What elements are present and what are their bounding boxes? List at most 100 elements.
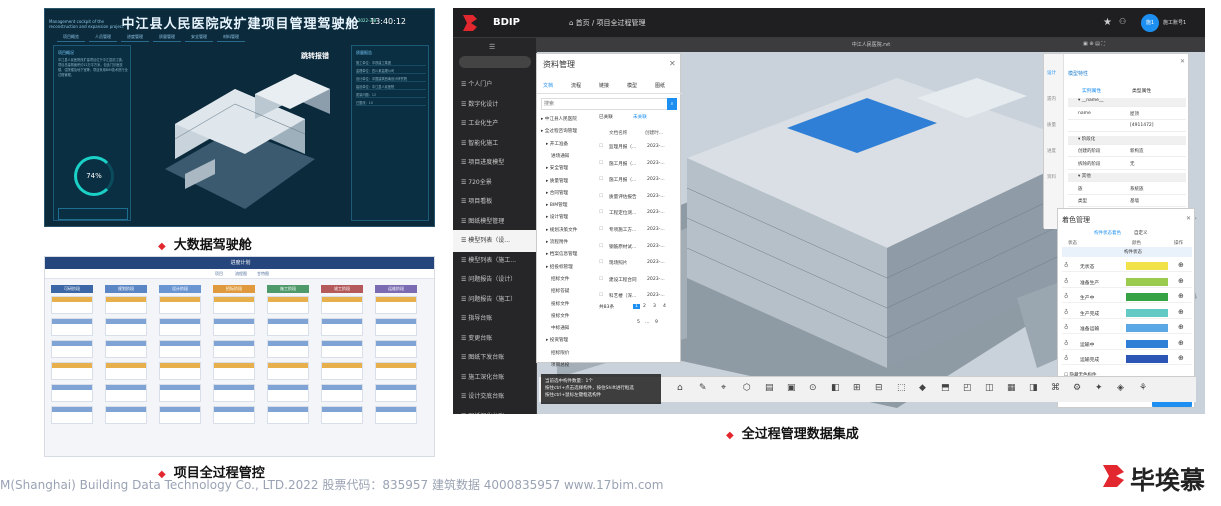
tab-flow[interactable]: 流程 [571, 82, 581, 89]
tree-node[interactable]: ▸ 档案信息管理 [546, 251, 577, 257]
tree-node[interactable]: ▸ 规划决策文件 [546, 227, 577, 233]
toolbar-tool-icon[interactable]: ◰ [963, 383, 972, 393]
toolbar-tool-icon[interactable]: ◧ [831, 383, 840, 393]
kanban-card[interactable] [321, 384, 363, 402]
kanban-card[interactable] [375, 340, 417, 358]
kanban-card[interactable] [105, 340, 147, 358]
search-input[interactable] [541, 98, 677, 110]
kanban-card[interactable] [267, 318, 309, 336]
tree-node[interactable]: ▸ 全过程咨询管理 [541, 128, 577, 134]
row-checkbox[interactable]: ☐ [599, 277, 603, 282]
row-checkbox[interactable]: ☐ [599, 177, 603, 182]
alert-popup[interactable]: 跳转报错 [301, 51, 329, 61]
tree-node[interactable]: 招标限价 [551, 350, 569, 356]
kanban-card[interactable] [159, 318, 201, 336]
doc-name[interactable]: 建设工程合同 [609, 277, 637, 283]
kanban-card[interactable] [51, 318, 93, 336]
page-number[interactable]: 9 [655, 320, 658, 325]
color-swatch[interactable] [1126, 277, 1168, 286]
toolbar-tool-icon[interactable]: ✦ [1095, 383, 1103, 393]
kanban-card[interactable] [375, 296, 417, 314]
toolbar-tool-icon[interactable]: ⬚ [897, 383, 906, 393]
tab-custom[interactable]: 自定义 [1134, 230, 1148, 236]
kanban-card[interactable] [375, 406, 417, 424]
kanban-card[interactable] [321, 318, 363, 336]
toolbar-tool-icon[interactable]: ⊟ [875, 383, 883, 393]
collapse-menu-icon[interactable]: ☰ [489, 43, 495, 51]
row-checkbox[interactable]: ☐ [599, 260, 603, 265]
bulb-icon[interactable]: ♁ [1064, 278, 1068, 285]
tab-status-color[interactable]: 构件状态着色 [1094, 230, 1121, 236]
kanban-card[interactable] [159, 384, 201, 402]
doc-name[interactable]: 施工月报（... [609, 161, 636, 167]
page-number[interactable]: 4 [663, 304, 666, 309]
kanban-card[interactable] [51, 340, 93, 358]
side-tab[interactable]: 遗内 [1047, 96, 1056, 102]
kanban-card[interactable] [51, 362, 93, 380]
doc-name[interactable]: 专项施工方... [609, 227, 636, 233]
dashboard-nav-item[interactable]: 质量管理 [153, 33, 181, 42]
kanban-card[interactable] [159, 362, 201, 380]
kanban-card[interactable] [375, 318, 417, 336]
row-checkbox[interactable]: ☐ [599, 210, 603, 215]
bulb-icon[interactable]: ♁ [1064, 293, 1068, 300]
tree-node[interactable]: ▸ 质量管理 [546, 178, 568, 184]
toolbar-tool-icon[interactable]: ⚘ [1139, 383, 1147, 393]
breadcrumb-text[interactable]: 首页 / 项目全过程管理 [576, 19, 646, 27]
color-swatch[interactable] [1126, 262, 1168, 270]
toolbar-tool-icon[interactable]: ✎ [699, 383, 707, 393]
side-tab[interactable]: 进度 [1047, 148, 1056, 154]
viewer-controls[interactable]: ▣ ⊕ ▤ ⛶ [1083, 41, 1105, 47]
dashboard-nav-item[interactable]: 材料管理 [217, 33, 245, 42]
dashboard-nav-item[interactable]: 项目概览 [57, 33, 85, 42]
kanban-card[interactable] [267, 362, 309, 380]
toolbar-tool-icon[interactable]: ⚙ [1073, 383, 1081, 393]
kanban-card[interactable] [213, 340, 255, 358]
kanban-card[interactable] [321, 296, 363, 314]
kanban-card[interactable] [51, 406, 93, 424]
tab-models[interactable]: 模型 [627, 82, 637, 89]
tree-node[interactable]: ▸ 中江县人民医院 [541, 116, 577, 122]
kanban-card[interactable] [213, 406, 255, 424]
toolbar-tool-icon[interactable]: ⌂ [677, 383, 683, 393]
page-number[interactable]: 3 [653, 304, 656, 309]
bulb-icon[interactable]: ♁ [1064, 309, 1068, 316]
kanban-card[interactable] [159, 406, 201, 424]
tab-links[interactable]: 链接 [599, 82, 609, 89]
tree-node[interactable]: ▸ 开工准备 [546, 141, 568, 147]
tree-node[interactable]: 招标答疑 [551, 288, 569, 294]
tree-node[interactable]: 招标文件 [551, 276, 569, 282]
side-tab[interactable]: 设计 [1047, 70, 1056, 76]
doc-name[interactable]: 科艺楼（深... [609, 293, 636, 299]
group-icon[interactable]: ⚇ [1119, 17, 1126, 26]
row-checkbox[interactable]: ☐ [599, 227, 603, 232]
sidebar-item[interactable]: ☰ 图纸深化台账 [453, 406, 537, 415]
page-number[interactable]: … [645, 320, 650, 325]
tree-node[interactable]: 投标文件 [551, 313, 569, 319]
color-swatch[interactable] [1126, 339, 1168, 348]
color-swatch[interactable] [1126, 324, 1168, 332]
avatar[interactable]: 施1 [1141, 14, 1159, 32]
kanban-tab[interactable]: 甘特图 [257, 271, 269, 277]
kanban-card[interactable] [51, 384, 93, 402]
tree-node[interactable]: ▸ 设计管理 [546, 214, 568, 220]
toolbar-tool-icon[interactable]: ▦ [1007, 383, 1016, 393]
star-icon[interactable]: ★ [1103, 17, 1112, 28]
home-icon[interactable]: ⌂ [569, 19, 576, 27]
color-swatch[interactable] [1126, 308, 1168, 317]
row-checkbox[interactable]: ☐ [599, 161, 603, 166]
tree-node[interactable]: ▸ 流程附件 [546, 239, 568, 245]
kanban-card[interactable] [159, 296, 201, 314]
toolbar-tool-icon[interactable]: ◆ [919, 383, 926, 393]
kanban-card[interactable] [51, 296, 93, 314]
dashboard-nav-item[interactable]: 人员管理 [89, 33, 117, 42]
page-number[interactable]: 1 [633, 304, 640, 309]
doc-name[interactable]: 工程定位测... [609, 210, 636, 216]
kanban-card[interactable] [267, 296, 309, 314]
locate-icon[interactable]: ⊕ [1178, 261, 1184, 269]
tab-unlinked[interactable]: 未关联 [633, 114, 647, 120]
doc-name[interactable]: 施工月报（... [609, 177, 636, 183]
kanban-card[interactable] [105, 362, 147, 380]
doc-name[interactable]: 质量评估报告 [609, 194, 637, 200]
dashboard-nav-item[interactable]: 安全管理 [185, 33, 213, 42]
